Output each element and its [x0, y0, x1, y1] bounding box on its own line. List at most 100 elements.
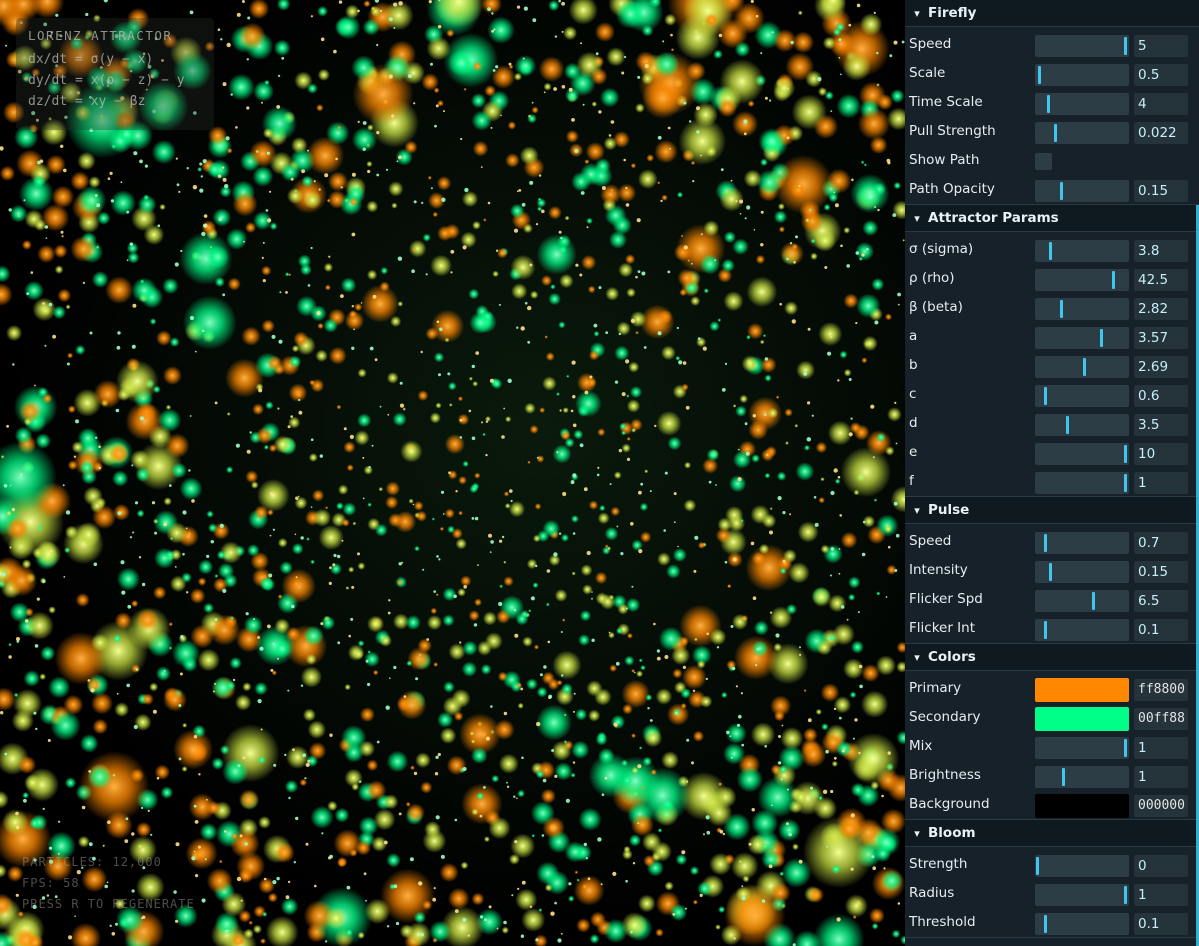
- secondary-color-swatch[interactable]: [1035, 707, 1129, 731]
- slider-thumb[interactable]: [1044, 534, 1047, 552]
- folder-attractor-params[interactable]: ▾ Attractor Params: [905, 205, 1199, 232]
- slider-thumb[interactable]: [1054, 124, 1057, 142]
- slider-thumb[interactable]: [1036, 857, 1039, 875]
- rho-value-input[interactable]: 42.5: [1134, 269, 1188, 291]
- path-opacity-slider[interactable]: [1035, 180, 1129, 202]
- control-attractor-params-rho: ρ (rho) 42.5: [905, 264, 1199, 293]
- flicker-spd-value-input[interactable]: 6.5: [1134, 590, 1188, 612]
- threshold-slider[interactable]: [1035, 913, 1129, 935]
- strength-value-input[interactable]: 0: [1134, 855, 1188, 877]
- e-slider[interactable]: [1035, 443, 1129, 465]
- show-path-checkbox[interactable]: [1035, 153, 1052, 170]
- slider-thumb[interactable]: [1047, 95, 1050, 113]
- control-label: Intensity: [909, 562, 968, 578]
- mix-slider[interactable]: [1035, 737, 1129, 759]
- f-slider[interactable]: [1035, 472, 1129, 494]
- intensity-value-input[interactable]: 0.15: [1134, 561, 1188, 583]
- slider-thumb[interactable]: [1124, 474, 1127, 492]
- slider-thumb[interactable]: [1112, 271, 1115, 289]
- b-value-input[interactable]: 2.69: [1134, 356, 1188, 378]
- folder-pulse[interactable]: ▾ Pulse: [905, 497, 1199, 524]
- control-label: Threshold: [909, 914, 976, 930]
- slider-thumb[interactable]: [1124, 739, 1127, 757]
- slider-thumb[interactable]: [1060, 182, 1063, 200]
- particle-canvas[interactable]: LORENZ ATTRACTOR dx/dt = σ(y − x) dy/dt …: [0, 0, 905, 946]
- control-colors-secondary: Secondary 00ff88: [905, 703, 1199, 732]
- control-label: Pull Strength: [909, 123, 996, 139]
- d-value-input[interactable]: 3.5: [1134, 414, 1188, 436]
- primary-color-swatch[interactable]: [1035, 678, 1129, 702]
- slider-thumb[interactable]: [1124, 37, 1127, 55]
- slider-thumb[interactable]: [1044, 387, 1047, 405]
- slider-thumb[interactable]: [1049, 563, 1052, 581]
- slider-thumb[interactable]: [1092, 592, 1095, 610]
- equations-panel: LORENZ ATTRACTOR dx/dt = σ(y − x) dy/dt …: [16, 18, 214, 130]
- regenerate-hint: PRESS R TO REGENERATE: [22, 897, 195, 911]
- folder-bloom[interactable]: ▾ Bloom: [905, 820, 1199, 847]
- brightness-value-input[interactable]: 1: [1134, 766, 1188, 788]
- f-value-input[interactable]: 1: [1134, 472, 1188, 494]
- slider-thumb[interactable]: [1066, 416, 1069, 434]
- speed-slider[interactable]: [1035, 532, 1129, 554]
- control-pulse-speed: Speed 0.7: [905, 527, 1199, 556]
- rho-slider[interactable]: [1035, 269, 1129, 291]
- flicker-int-value-input[interactable]: 0.1: [1134, 619, 1188, 641]
- scale-slider[interactable]: [1035, 64, 1129, 86]
- e-value-input[interactable]: 10: [1134, 443, 1188, 465]
- d-slider[interactable]: [1035, 414, 1129, 436]
- folder-divider: [905, 937, 1199, 938]
- speed-slider[interactable]: [1035, 35, 1129, 57]
- beta-value-input[interactable]: 2.82: [1134, 298, 1188, 320]
- slider-thumb[interactable]: [1060, 300, 1063, 318]
- control-firefly-pull-strength: Pull Strength 0.022: [905, 117, 1199, 146]
- scale-value-input[interactable]: 0.5: [1134, 64, 1188, 86]
- slider-thumb[interactable]: [1038, 66, 1041, 84]
- slider-thumb[interactable]: [1124, 445, 1127, 463]
- sigma-value-input[interactable]: 3.8: [1134, 240, 1188, 262]
- beta-slider[interactable]: [1035, 298, 1129, 320]
- slider-thumb[interactable]: [1044, 915, 1047, 933]
- threshold-value-input[interactable]: 0.1: [1134, 913, 1188, 935]
- slider-thumb[interactable]: [1049, 242, 1052, 260]
- primary-hex-input[interactable]: ff8800: [1134, 679, 1188, 701]
- particle-count: PARTICLES: 12,000: [22, 855, 162, 869]
- flicker-spd-slider[interactable]: [1035, 590, 1129, 612]
- sigma-slider[interactable]: [1035, 240, 1129, 262]
- c-slider[interactable]: [1035, 385, 1129, 407]
- strength-slider[interactable]: [1035, 855, 1129, 877]
- time-scale-slider[interactable]: [1035, 93, 1129, 115]
- c-value-input[interactable]: 0.6: [1134, 385, 1188, 407]
- control-label: d: [909, 415, 918, 431]
- radius-value-input[interactable]: 1: [1134, 884, 1188, 906]
- control-label: Time Scale: [909, 94, 983, 110]
- folder-firefly[interactable]: ▾ Firefly: [905, 0, 1199, 27]
- intensity-slider[interactable]: [1035, 561, 1129, 583]
- b-slider[interactable]: [1035, 356, 1129, 378]
- slider-thumb[interactable]: [1044, 621, 1047, 639]
- slider-thumb[interactable]: [1124, 886, 1127, 904]
- radius-slider[interactable]: [1035, 884, 1129, 906]
- chevron-down-icon: ▾: [914, 504, 920, 517]
- mix-value-input[interactable]: 1: [1134, 737, 1188, 759]
- folder-colors[interactable]: ▾ Colors: [905, 644, 1199, 671]
- brightness-slider[interactable]: [1035, 766, 1129, 788]
- background-color-swatch[interactable]: [1035, 794, 1129, 818]
- speed-value-input[interactable]: 0.7: [1134, 532, 1188, 554]
- slider-thumb[interactable]: [1062, 768, 1065, 786]
- control-label: f: [909, 473, 914, 489]
- control-label: Scale: [909, 65, 946, 81]
- pull-strength-slider[interactable]: [1035, 122, 1129, 144]
- control-label: c: [909, 386, 917, 402]
- a-slider[interactable]: [1035, 327, 1129, 349]
- pull-strength-value-input[interactable]: 0.022: [1134, 122, 1188, 144]
- speed-value-input[interactable]: 5: [1134, 35, 1188, 57]
- secondary-hex-input[interactable]: 00ff88: [1134, 708, 1188, 730]
- a-value-input[interactable]: 3.57: [1134, 327, 1188, 349]
- time-scale-value-input[interactable]: 4: [1134, 93, 1188, 115]
- slider-thumb[interactable]: [1083, 358, 1086, 376]
- slider-thumb[interactable]: [1100, 329, 1103, 347]
- control-firefly-speed: Speed 5: [905, 30, 1199, 59]
- path-opacity-value-input[interactable]: 0.15: [1134, 180, 1188, 202]
- flicker-int-slider[interactable]: [1035, 619, 1129, 641]
- background-hex-input[interactable]: 000000: [1134, 795, 1188, 817]
